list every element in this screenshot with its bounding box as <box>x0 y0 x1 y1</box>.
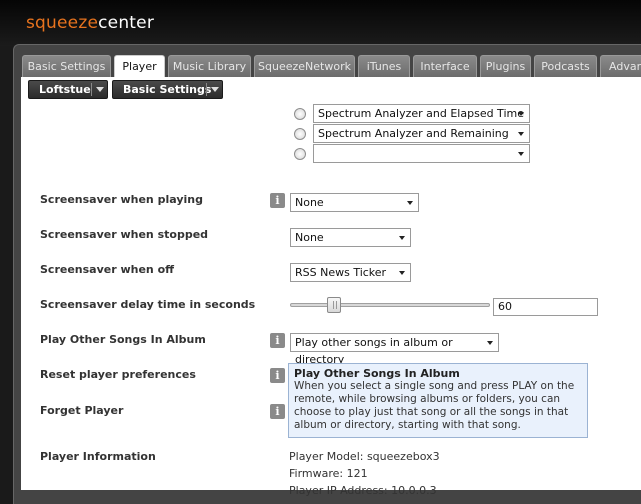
info-icon[interactable]: i <box>270 333 285 348</box>
tab-itunes[interactable]: iTunes <box>358 55 410 77</box>
divider <box>91 83 92 96</box>
chevron-down-icon <box>487 341 493 345</box>
display-option-radio-3[interactable] <box>294 148 306 160</box>
player-selector-value: Loftstue <box>39 83 91 96</box>
info-icon[interactable]: i <box>270 368 285 383</box>
tab-podcasts[interactable]: Podcasts <box>534 55 597 77</box>
screensaver-delay-slider-track[interactable] <box>290 303 490 307</box>
chevron-down-icon <box>407 201 413 205</box>
reset-prefs-label: Reset player preferences <box>40 368 196 381</box>
chevron-down-icon <box>399 271 405 275</box>
screensaver-stopped-label: Screensaver when stopped <box>40 228 209 241</box>
display-option-radio-2[interactable] <box>294 128 306 140</box>
player-information-label: Player Information <box>40 450 156 463</box>
chevron-down-icon <box>518 132 524 136</box>
chevron-down-icon <box>518 152 524 156</box>
info-icon[interactable]: i <box>270 193 285 208</box>
screensaver-off-select[interactable]: RSS News Ticker <box>290 263 411 282</box>
player-selector[interactable]: Loftstue <box>28 80 108 99</box>
player-ip-address: Player IP Address: 10.0.0.3 <box>289 484 437 497</box>
divider <box>206 83 207 96</box>
squeezecenter-logo[interactable]: squeezecenter <box>26 13 154 33</box>
settings-page-selector[interactable]: Basic Settings <box>112 80 223 99</box>
chevron-down-icon <box>211 87 219 92</box>
tooltip-body: When you select a single song and press … <box>294 380 575 431</box>
display-option-select-3[interactable] <box>313 144 530 163</box>
chevron-down-icon <box>518 112 524 116</box>
screensaver-delay-label: Screensaver delay time in seconds <box>40 298 256 311</box>
forget-player-label: Forget Player <box>40 404 124 417</box>
play-other-songs-label: Play Other Songs In Album <box>40 333 206 346</box>
player-model: Player Model: squeezebox3 <box>289 450 440 463</box>
screensaver-stopped-select[interactable]: None <box>290 228 411 247</box>
screensaver-off-label: Screensaver when off <box>40 263 175 276</box>
tab-advanced[interactable]: Advan <box>600 55 641 77</box>
screensaver-delay-input[interactable]: 60 <box>493 298 598 316</box>
screensaver-playing-select[interactable]: None <box>290 193 419 212</box>
tab-music-library[interactable]: Music Library <box>168 55 251 77</box>
tab-player[interactable]: Player <box>114 55 165 78</box>
display-option-select-2[interactable]: Spectrum Analyzer and Remaining Time <box>313 124 530 157</box>
tab-interface[interactable]: Interface <box>413 55 477 77</box>
help-tooltip: Play Other Songs In Album When you selec… <box>288 363 588 438</box>
chevron-down-icon <box>399 236 405 240</box>
info-icon[interactable]: i <box>270 404 285 419</box>
settings-page-selector-value: Basic Settings <box>123 83 212 96</box>
display-option-radio-1[interactable] <box>294 108 306 120</box>
chevron-down-icon <box>96 87 104 92</box>
screensaver-playing-label: Screensaver when playing <box>40 193 203 206</box>
tooltip-title: Play Other Songs In Album <box>294 367 460 380</box>
display-option-select-1[interactable]: Spectrum Analyzer and Elapsed Time <box>313 104 530 123</box>
app-header: squeezecenter <box>0 0 641 46</box>
play-other-songs-select[interactable]: Play other songs in album or directory <box>290 333 499 366</box>
tab-plugins[interactable]: Plugins <box>480 55 531 77</box>
screensaver-delay-slider-handle[interactable] <box>327 297 341 313</box>
player-firmware: Firmware: 121 <box>289 467 368 480</box>
tab-squeezenetwork[interactable]: SqueezeNetwork <box>254 55 355 77</box>
tab-basic-settings[interactable]: Basic Settings <box>22 55 111 77</box>
